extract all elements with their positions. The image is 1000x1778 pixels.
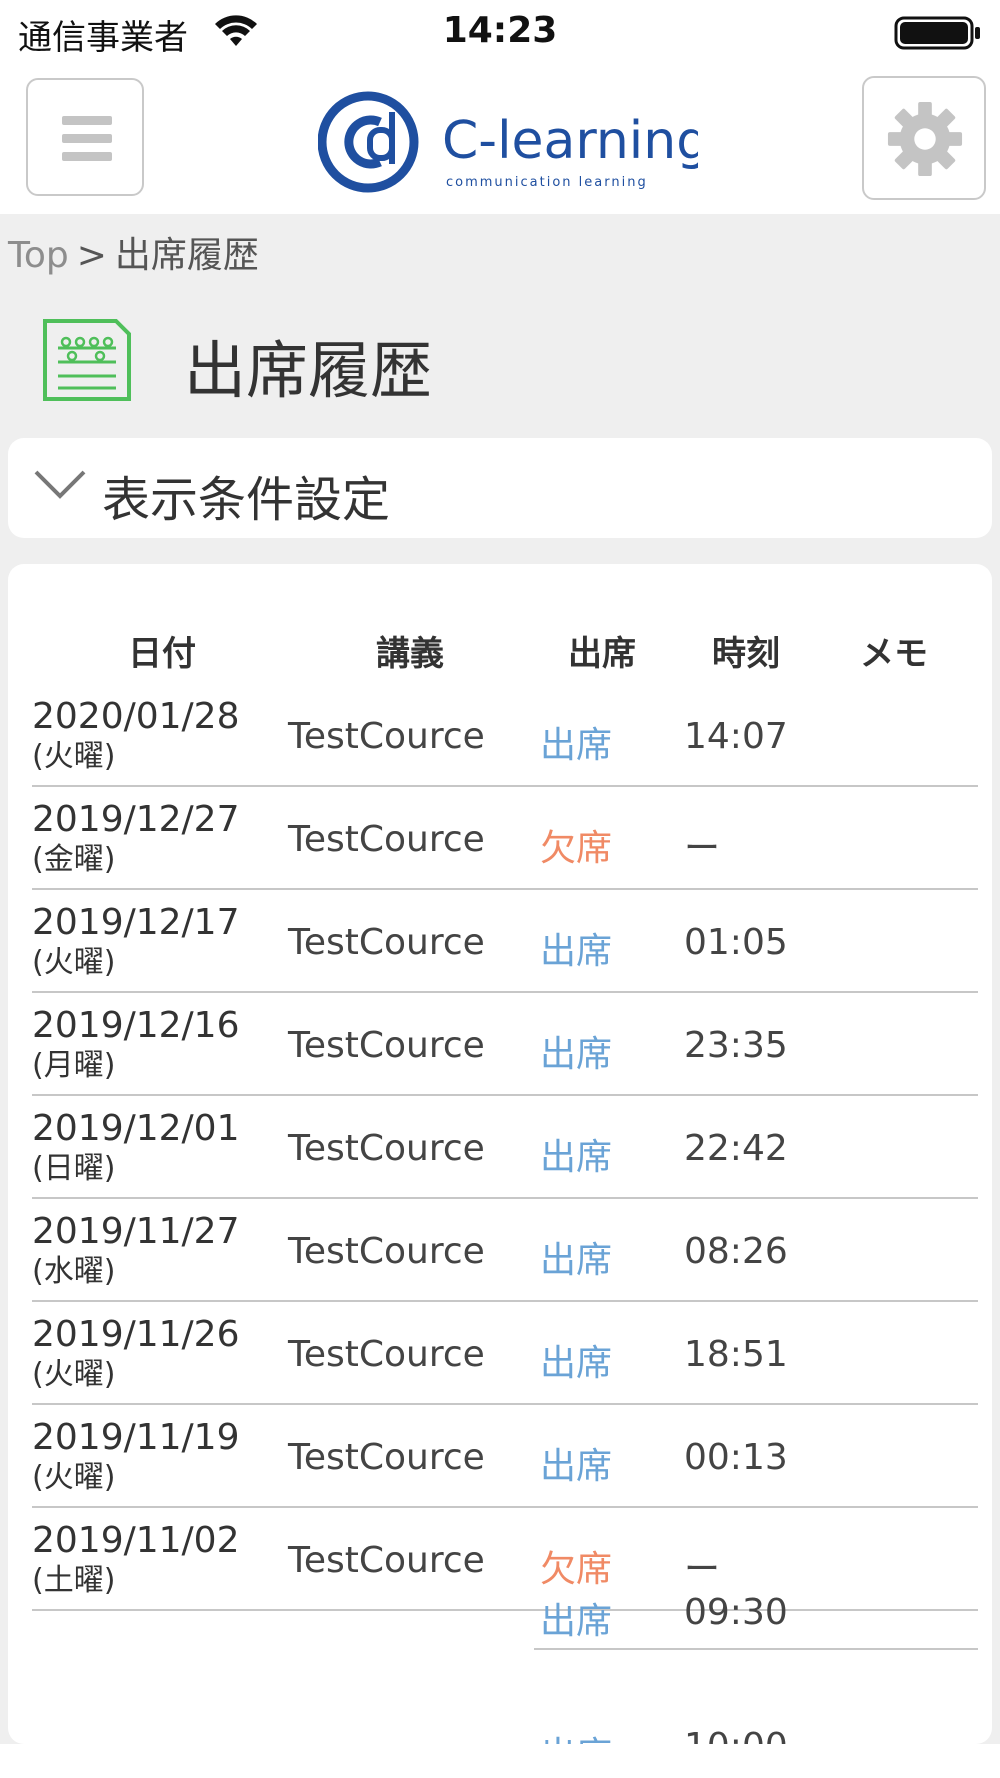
course-name: TestCource: [288, 922, 485, 963]
column-header-memo: メモ: [860, 634, 928, 674]
attendance-date: 2019/11/02: [32, 1520, 240, 1561]
app-header: C-learning communication learning: [0, 64, 1000, 214]
battery-icon: [894, 16, 980, 50]
column-header-date: 日付: [128, 634, 196, 674]
attendance-history-table: 日付 講義 出席 時刻 メモ 2020/01/28 (火曜) TestCource 出…: [8, 564, 992, 1744]
attendance-status: 出席: [540, 725, 613, 766]
attendance-status: 欠席: [540, 828, 613, 869]
table-row[interactable]: 2019/11/26 (火曜) TestCource 出席 18:51: [32, 1302, 978, 1405]
content-area: Top > 出席履歴 出席履歴 表示条件設定 日付 講義 出席 時刻 メモ 2020…: [0, 214, 1000, 1744]
attendance-status: 出席: [540, 1034, 613, 1075]
attendance-date: 2020/01/28: [32, 696, 240, 737]
attendance-time: 00:13: [684, 1437, 788, 1478]
settings-button[interactable]: [862, 76, 986, 200]
attendance-date: 2019/12/16: [32, 1005, 240, 1046]
attendance-status: 出席: [540, 931, 613, 972]
attendance-time: 08:26: [684, 1231, 788, 1272]
attendance-status: 出席: [540, 1446, 613, 1487]
attendance-time: 10:00: [684, 1726, 788, 1744]
attendance-sheet-icon: [43, 319, 131, 401]
table-row[interactable]: 出席 09:30: [534, 1572, 978, 1650]
attendance-time: 23:35: [684, 1025, 788, 1066]
course-name: TestCource: [288, 1025, 485, 1066]
attendance-date: 2019/11/27: [32, 1211, 240, 1252]
breadcrumb-current: 出席履歴: [114, 235, 259, 276]
table-row[interactable]: 2019/12/27 (金曜) TestCource 欠席 ー: [32, 787, 978, 890]
attendance-weekday: (火曜): [32, 1460, 116, 1495]
attendance-weekday: (土曜): [32, 1563, 116, 1598]
attendance-weekday: (火曜): [32, 739, 116, 774]
attendance-time: ー: [684, 828, 721, 869]
breadcrumb-separator: >: [76, 235, 107, 276]
breadcrumb-top-link[interactable]: Top: [8, 235, 69, 276]
display-conditions-toggle[interactable]: 表示条件設定: [8, 438, 992, 538]
attendance-status: 出席: [540, 1601, 613, 1642]
course-name: TestCource: [288, 716, 485, 757]
table-row[interactable]: 2019/11/27 (水曜) TestCource 出席 08:26: [32, 1199, 978, 1302]
column-header-attendance: 出席: [568, 634, 636, 674]
attendance-time: 01:05: [684, 922, 788, 963]
attendance-date: 2019/12/17: [32, 902, 240, 943]
attendance-date: 2019/11/26: [32, 1314, 240, 1355]
course-name: TestCource: [288, 1334, 485, 1375]
attendance-time: 18:51: [684, 1334, 788, 1375]
course-name: TestCource: [288, 1437, 485, 1478]
breadcrumb: Top > 出席履歴: [8, 226, 259, 278]
attendance-status: 出席: [540, 1343, 613, 1384]
course-name: TestCource: [288, 1231, 485, 1272]
chevron-down-icon: [34, 470, 86, 499]
attendance-weekday: (火曜): [32, 1357, 116, 1392]
bottom-bar: [0, 1744, 1000, 1778]
attendance-date: 2019/12/27: [32, 799, 240, 840]
course-name: TestCource: [288, 1128, 485, 1169]
table-row[interactable]: 2019/11/19 (火曜) TestCource 出席 00:13: [32, 1405, 978, 1508]
attendance-weekday: (水曜): [32, 1254, 116, 1289]
attendance-time: 14:07: [684, 716, 788, 757]
logo-text: C-learning: [442, 111, 698, 171]
table-row[interactable]: 2019/12/17 (火曜) TestCource 出席 01:05: [32, 890, 978, 993]
page-title: 出席履歴: [184, 334, 433, 407]
attendance-time: 22:42: [684, 1128, 788, 1169]
column-header-time: 時刻: [712, 634, 780, 674]
c-learning-logo: C-learning communication learning: [318, 91, 698, 193]
attendance-weekday: (日曜): [32, 1151, 116, 1186]
attendance-weekday: (火曜): [32, 945, 116, 980]
gear-icon: [887, 101, 963, 177]
attendance-time: 09:30: [684, 1592, 788, 1633]
attendance-status: 出席: [540, 1137, 613, 1178]
attendance-status: 出席: [540, 1726, 612, 1744]
table-row[interactable]: 2019/12/16 (月曜) TestCource 出席 23:35: [32, 993, 978, 1096]
attendance-status: 出席: [540, 1240, 613, 1281]
table-row[interactable]: 出席 10:00: [534, 1704, 978, 1744]
clock: 14:23: [442, 10, 558, 51]
table-row[interactable]: 2020/01/28 (火曜) TestCource 出席 14:07: [32, 684, 978, 787]
attendance-weekday: (金曜): [32, 842, 116, 877]
logo-tagline: communication learning: [446, 175, 648, 190]
attendance-weekday: (月曜): [32, 1048, 116, 1083]
display-conditions-label: 表示条件設定: [102, 472, 391, 528]
course-name: TestCource: [288, 819, 485, 860]
attendance-date: 2019/11/19: [32, 1417, 240, 1458]
table-row[interactable]: 2019/12/01 (日曜) TestCource 出席 22:42: [32, 1096, 978, 1199]
column-header-course: 講義: [376, 634, 444, 674]
course-name: TestCource: [288, 1540, 485, 1581]
menu-button[interactable]: [26, 78, 144, 196]
status-bar: 通信事業者 14:23: [0, 0, 1000, 64]
attendance-date: 2019/12/01: [32, 1108, 240, 1149]
